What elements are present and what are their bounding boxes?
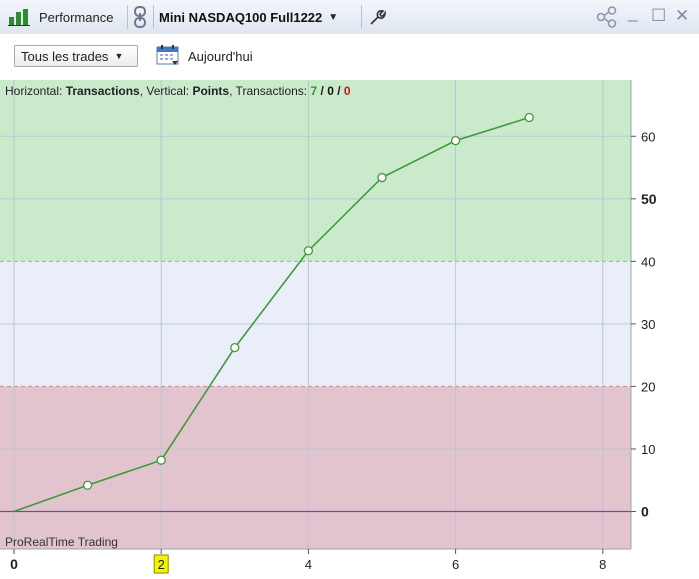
trade-filter-dropdown[interactable]: Tous les trades ▼ [14,45,138,67]
chevron-down-icon: ▼ [328,11,339,23]
transactions-loss: 0 [343,84,351,98]
performance-title: Performance [39,9,114,25]
maximize-icon[interactable]: ☐ [651,7,666,25]
vertical-label: , Vertical: [139,84,190,98]
data-point [524,112,534,123]
chart-info-line: Horizontal: Transactions, Vertical: Poin… [5,84,351,98]
toolbar: Tous les trades ▼ Aujourd'hui [0,34,699,80]
horizontal-value: Transactions [65,84,140,98]
instrument-label: Mini NASDAQ100 Full1222 [159,9,323,25]
y-tick-label: 40 [641,254,655,269]
minimize-icon[interactable]: _ [628,4,637,22]
y-tick-label: 30 [641,317,655,332]
today-button[interactable]: Aujourd'hui [156,44,253,68]
vertical-value: Points [192,84,230,98]
data-point [450,136,461,146]
share-icon[interactable] [596,5,618,29]
chevron-down-icon: ▼ [114,51,124,61]
x-tick-label: 4 [305,557,312,572]
data-point [303,246,314,256]
title-bar: Performance Mini NASDAQ100 Full1222 ▼ _ … [0,0,699,35]
data-point [82,480,93,490]
transactions-separator: / [333,84,344,98]
transactions-separator: / [317,84,328,98]
data-point [230,342,240,353]
x-tick-label: 0 [10,556,18,572]
instrument-selector[interactable]: Mini NASDAQ100 Full1222 ▼ [159,5,338,29]
calendar-icon [156,44,180,69]
today-label: Aujourd'hui [188,48,253,64]
close-icon[interactable]: ✕ [675,7,689,25]
x-tick-label: 8 [599,557,606,572]
x-tick-label: 2 [158,557,165,572]
x-axis-panel [0,549,631,579]
transactions-label: , Transactions: [229,84,308,98]
horizontal-label: Horizontal: [5,84,63,98]
zone-pink [0,386,631,549]
y-tick-label: 10 [641,442,655,457]
wrench-icon[interactable] [368,5,386,29]
performance-chart[interactable]: 0 10 20 30 40 50 60 0 2 4 6 8 [0,80,699,579]
data-point [156,455,166,465]
transactions-neutral: 0 [327,84,334,98]
data-point [377,172,387,183]
watermark: ProRealTime Trading [5,535,118,549]
trade-filter-label: Tous les trades [21,48,109,64]
zone-green [0,80,631,262]
y-tick-label: 50 [641,191,657,207]
link-icon[interactable] [132,5,148,29]
y-tick-label: 0 [641,503,649,519]
x-tick-label: 6 [452,557,459,572]
y-tick-label: 60 [641,129,655,144]
bar-chart-icon [8,5,30,29]
y-tick-label: 20 [641,379,655,394]
